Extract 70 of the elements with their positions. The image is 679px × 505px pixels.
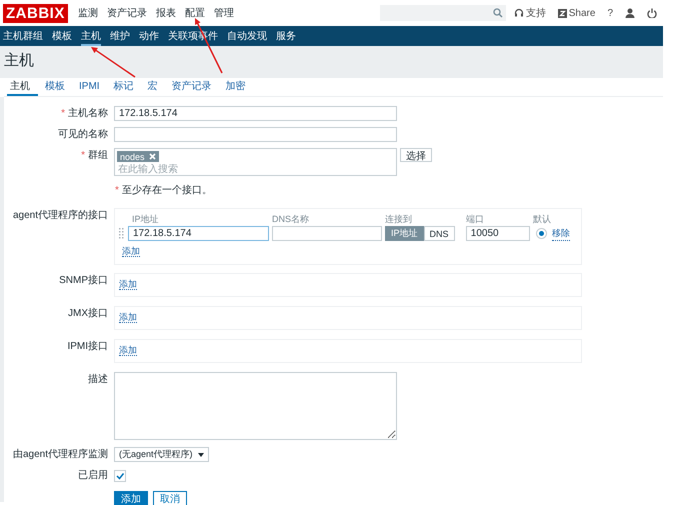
input-field[interactable]: 172.18.5.174 [128,226,269,241]
menu-item[interactable]: 配置 [184,6,205,20]
required-mark: * [81,150,85,161]
tab[interactable]: 宏 [148,78,165,96]
menu-item[interactable]: 监测 [78,6,98,20]
column-header: 默认 [532,213,552,226]
annotation-arrow [91,47,136,78]
required-mark: * [61,108,65,119]
search-icon[interactable] [492,8,503,18]
nav-tab[interactable]: 维护 [110,26,130,46]
tab[interactable]: 加密 [226,78,253,96]
input-field[interactable]: 10050 [466,226,530,241]
hint-text: 至少存在一个接口。 [122,185,212,196]
field-label: JMX接口 [68,308,108,319]
search-field[interactable] [380,5,506,21]
nav-tab[interactable]: 自动发现 [227,26,267,46]
field-label: IPMI接口 [67,341,108,352]
nav-tab[interactable]: 模板 [52,26,72,46]
add-button[interactable]: 添加 [114,491,148,505]
column-header: 连接到 [385,213,413,226]
tab[interactable]: 模板 [45,78,72,96]
nav-tab[interactable]: 服务 [276,26,296,46]
select-button[interactable]: 选择 [400,148,432,162]
page-title: 主机 [4,51,34,71]
menu-item[interactable]: 管理 [214,6,234,20]
field-label: agent代理程序的接口 [12,210,108,221]
share-icon [558,8,567,18]
field-label: 由agent代理程序监测 [12,449,108,460]
remove-icon[interactable] [148,153,156,160]
headset-icon [514,8,524,18]
field-label: 群组 [88,150,108,161]
add-link[interactable]: 添加 [119,279,137,290]
input-field[interactable] [272,226,382,241]
input-field[interactable] [114,127,397,142]
field-label: 已启用 [78,470,108,481]
add-link[interactable]: 添加 [119,312,137,323]
nav-tab[interactable]: 主机群组 [3,26,43,46]
tab[interactable]: 标记 [114,78,141,96]
field-label: 描述 [88,374,108,385]
proxy-dropdown[interactable]: (无agent代理程序) [114,447,209,462]
default-radio[interactable] [536,228,547,239]
nav-tab[interactable]: 动作 [139,26,159,46]
help-link[interactable]: ? [607,8,613,18]
share-link[interactable]: Share [558,8,596,18]
toggle-option[interactable]: DNS [424,226,455,241]
field-label: 可见的名称 [58,129,108,140]
drag-handle-icon[interactable] [119,228,124,239]
cancel-button[interactable]: 取消 [153,491,187,505]
menu-item[interactable]: 报表 [156,6,176,20]
power-icon[interactable] [647,8,657,18]
field-label: SNMP接口 [59,275,108,286]
column-header: IP地址 [131,213,160,226]
caret-icon [198,452,204,456]
support-link[interactable]: 支持 [514,6,546,20]
tab[interactable]: 主机 [7,78,38,96]
enabled-checkbox[interactable] [114,470,126,482]
add-link[interactable]: 添加 [119,345,137,356]
column-header: 端口 [466,213,485,226]
user-icon[interactable] [625,8,635,18]
tab[interactable]: IPMI [79,78,107,96]
tab[interactable]: 资产记录 [172,78,219,96]
logo[interactable]: ZABBIX [3,4,68,22]
field-label: 主机名称 [68,108,108,119]
remove-link[interactable]: 移除 [552,226,570,240]
required-mark: * [115,185,119,196]
column-header: DNS名称 [272,213,310,226]
input-field[interactable]: 172.18.5.174 [114,106,397,121]
menu-item[interactable]: 资产记录 [106,6,147,20]
add-link[interactable]: 添加 [122,246,140,257]
description-field[interactable] [114,372,397,440]
